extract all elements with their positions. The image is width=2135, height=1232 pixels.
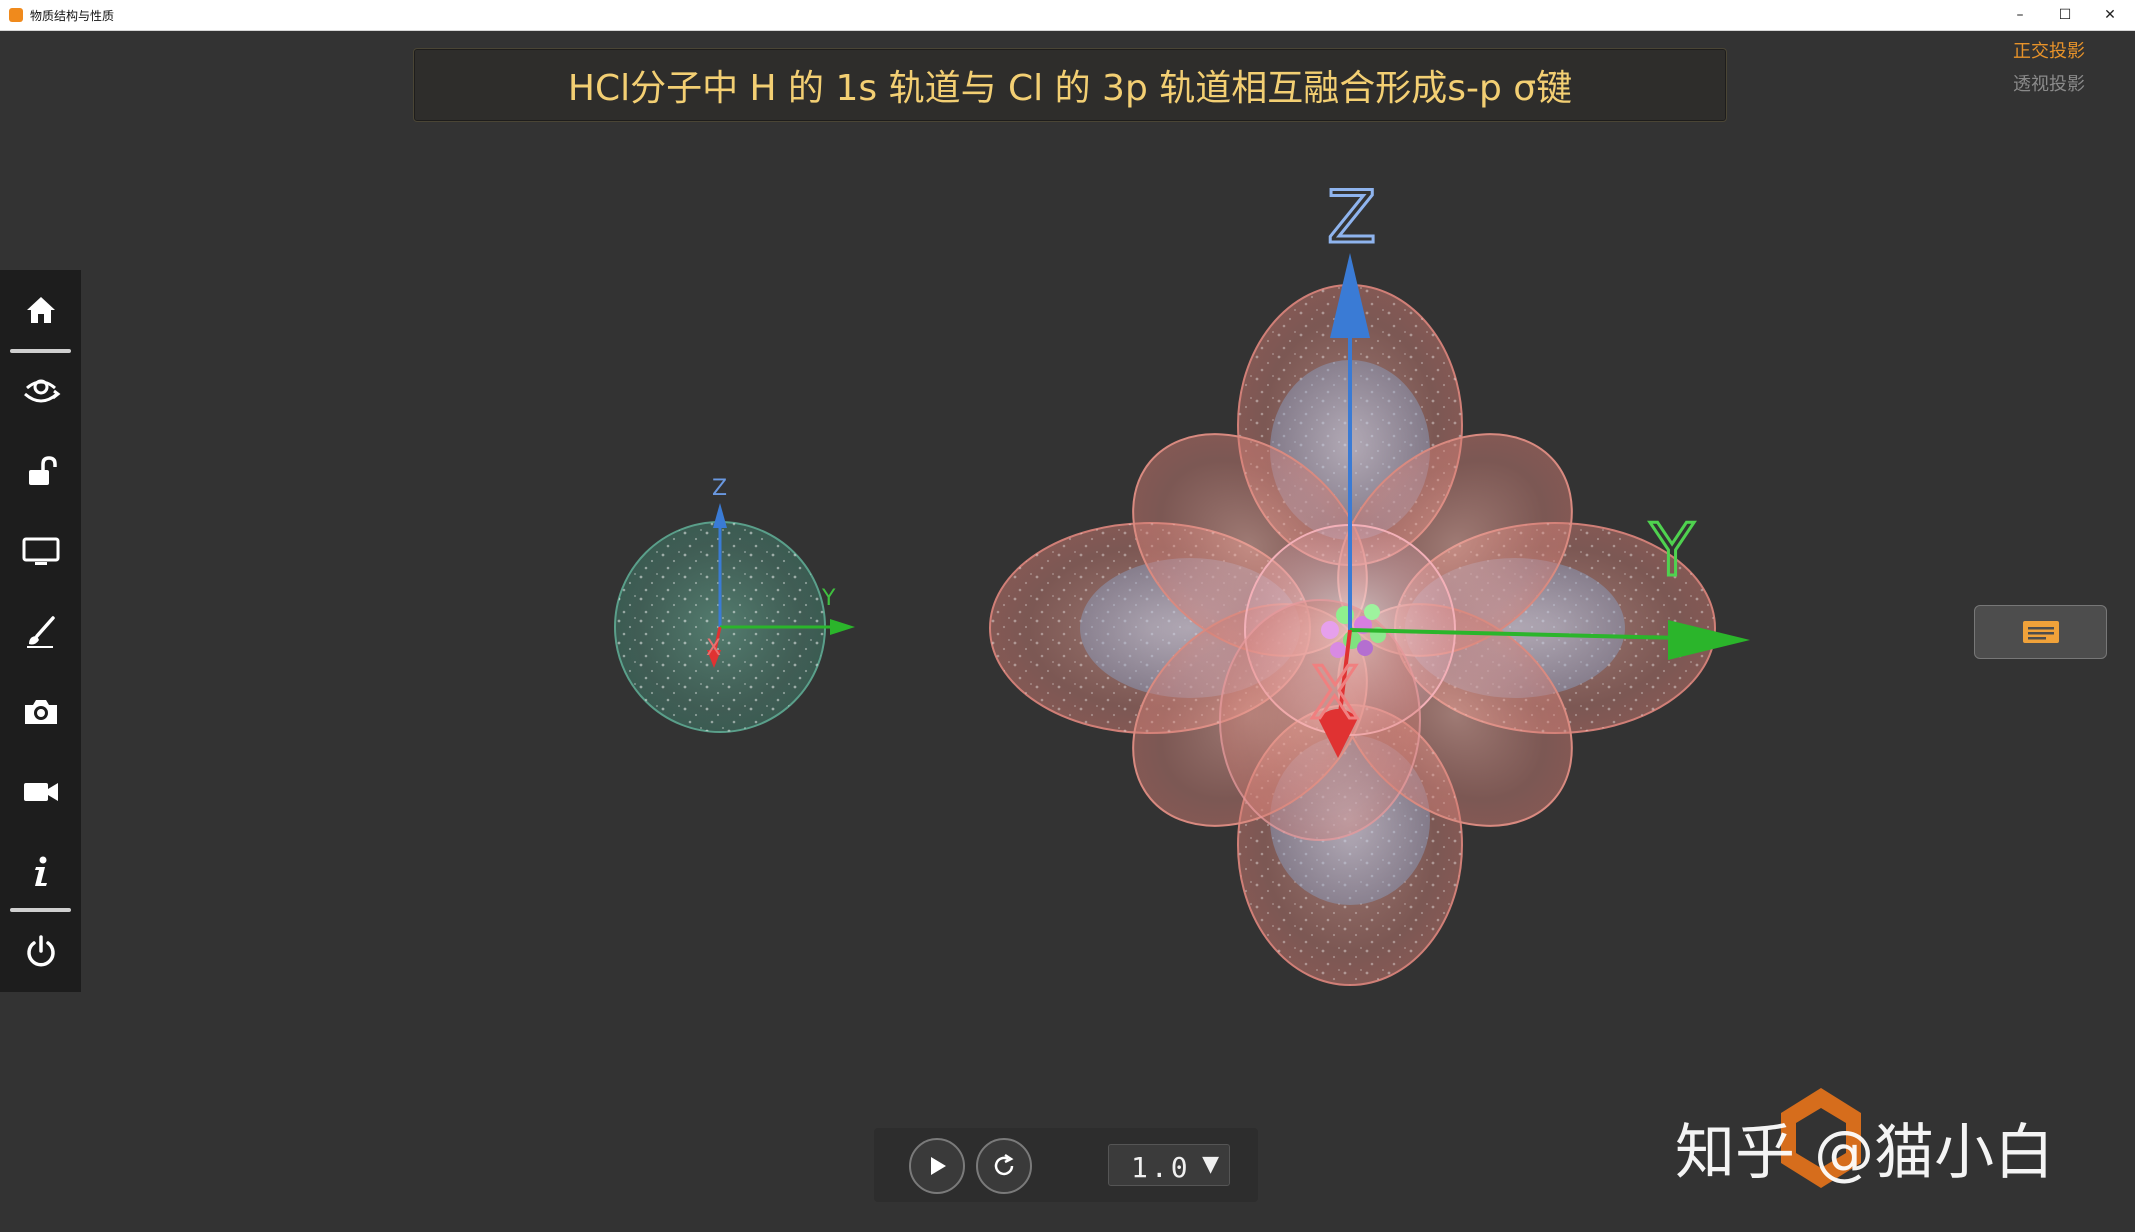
view-rotate-icon [23, 379, 60, 403]
window-titlebar: 物质结构与性质 – ☐ ✕ [0, 0, 2135, 31]
brush-button[interactable] [0, 592, 81, 672]
info-panel-button[interactable] [1974, 605, 2107, 659]
speed-value: 1.0 [1131, 1151, 1191, 1184]
play-button[interactable] [909, 1138, 965, 1194]
power-button[interactable] [0, 912, 81, 992]
screenshot-button[interactable] [0, 672, 81, 752]
reset-button[interactable] [976, 1138, 1032, 1194]
svg-text:Y: Y [1649, 508, 1695, 592]
left-toolbar [0, 270, 81, 992]
svg-text:X: X [706, 636, 721, 661]
view-rotate-button[interactable] [0, 352, 81, 432]
home-button[interactable] [0, 270, 81, 350]
play-icon [931, 1157, 946, 1175]
chevron-down-icon: ▼ [1202, 1152, 1219, 1177]
power-icon [26, 935, 55, 967]
home-icon [26, 297, 55, 323]
record-video-button[interactable] [0, 752, 81, 832]
monitor-icon [22, 537, 59, 565]
brush-icon [26, 616, 55, 648]
orthographic-projection-toggle[interactable]: 正交投影 [2013, 37, 2085, 63]
app-icon [9, 8, 23, 22]
unlock-button[interactable] [0, 432, 81, 512]
playback-controls: 1.0 ▼ [874, 1128, 1258, 1202]
maximize-button[interactable]: ☐ [2042, 0, 2088, 30]
info-icon [34, 856, 47, 886]
video-camera-icon [23, 783, 58, 801]
info-button[interactable] [0, 832, 81, 912]
reset-icon [994, 1153, 1014, 1176]
subtitle-card-icon [2022, 621, 2059, 643]
h-1s-orbital: Z Y X [614, 476, 855, 733]
speed-select[interactable]: 1.0 ▼ [1108, 1144, 1230, 1186]
banner-title: HCl分子中 H 的 1s 轨道与 Cl 的 3p 轨道相互融合形成s-p σ键 [567, 68, 1573, 109]
unlock-icon [28, 456, 57, 485]
cl-3p-orbitals: Z Y X [989, 174, 1750, 986]
display-button[interactable] [0, 512, 81, 592]
svg-text:Z: Z [1327, 175, 1376, 259]
minimize-button[interactable]: – [1997, 0, 2043, 30]
svg-text:X: X [1310, 651, 1359, 735]
perspective-projection-toggle[interactable]: 透视投影 [2013, 70, 2085, 96]
window-title: 物质结构与性质 [30, 9, 115, 23]
orbital-scene[interactable]: Z Y X Z Y X [0, 31, 2135, 1232]
svg-text:Z: Z [712, 476, 727, 501]
svg-text:Y: Y [821, 586, 836, 611]
camera-icon [24, 700, 57, 724]
title-banner: HCl分子中 H 的 1s 轨道与 Cl 的 3p 轨道相互融合形成s-p σ键 [413, 48, 1727, 122]
close-button[interactable]: ✕ [2087, 0, 2133, 30]
watermark-text: 知乎 @猫小白 [1675, 1118, 2055, 1188]
